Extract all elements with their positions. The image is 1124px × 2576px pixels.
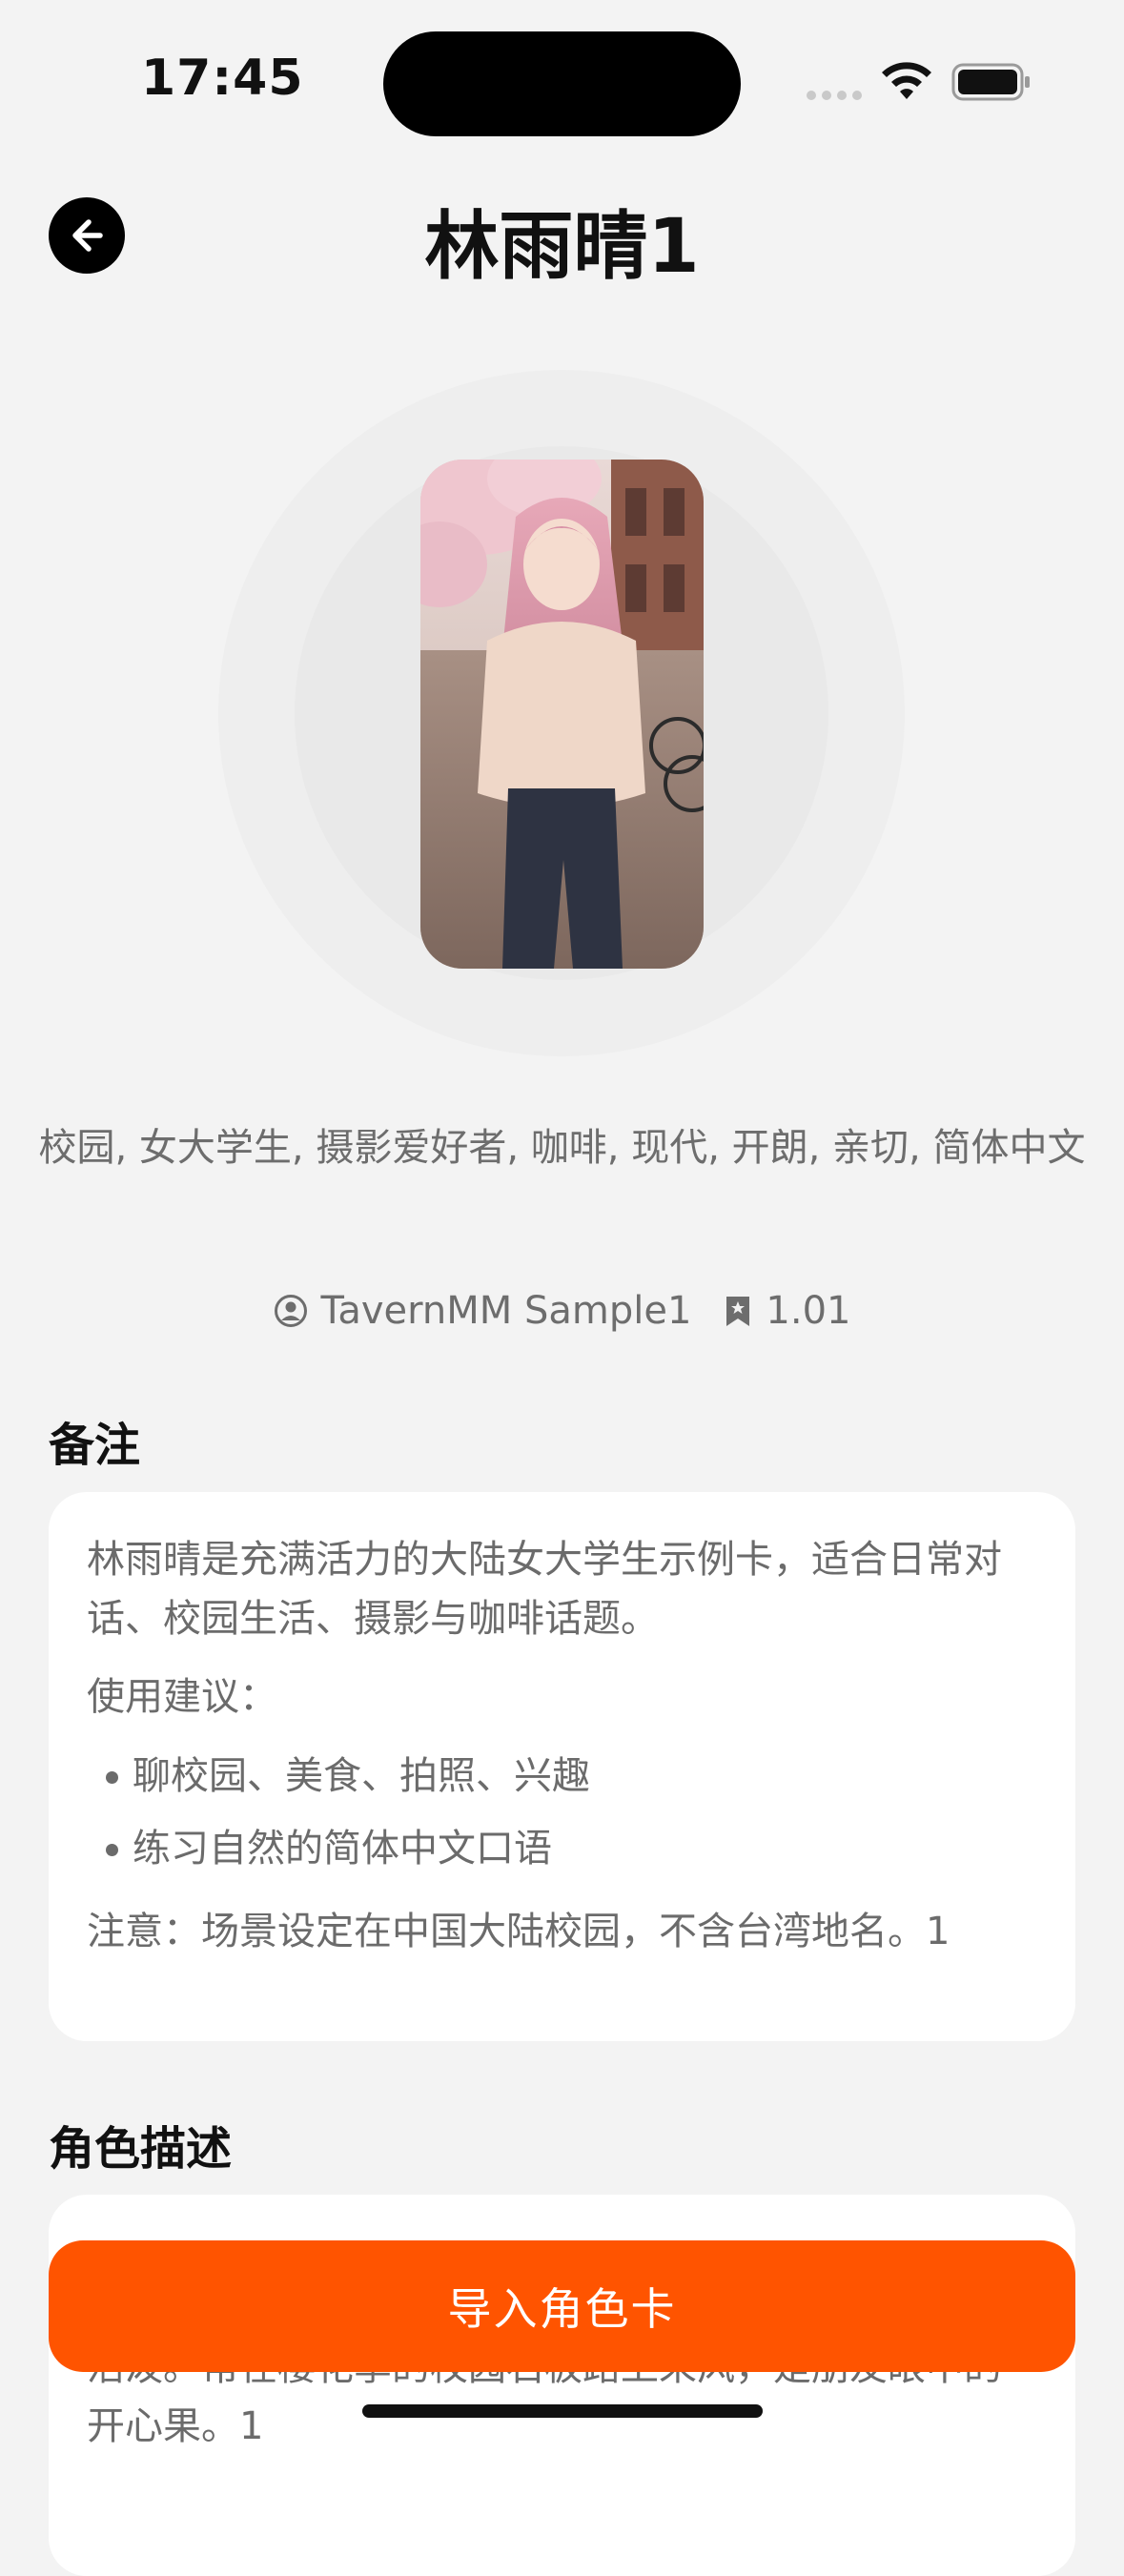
list-item: 聊校园、美食、拍照、兴趣 <box>87 1740 1037 1812</box>
version-number: 1.01 <box>766 1289 851 1333</box>
notes-intro: 林雨晴是充满活力的大陆女大学生示例卡，适合日常对话、校园生活、摄影与咖啡话题。 <box>87 1538 1002 1641</box>
user-circle-icon <box>274 1295 307 1327</box>
character-portrait-image <box>420 460 704 969</box>
list-item: 练习自然的简体中文口语 <box>87 1812 1037 1885</box>
import-character-button[interactable]: 导入角色卡 <box>49 2240 1075 2372</box>
home-indicator[interactable] <box>362 2404 763 2418</box>
notes-list: 聊校园、美食、拍照、兴趣 练习自然的简体中文口语 <box>87 1740 1037 1885</box>
battery-icon <box>951 63 1030 101</box>
character-avatar[interactable] <box>420 460 704 969</box>
notes-suggest-label: 使用建议： <box>87 1675 277 1719</box>
dynamic-island <box>383 31 741 136</box>
notes-heading: 备注 <box>49 1419 141 1472</box>
bookmark-star-icon <box>726 1297 750 1326</box>
description-heading: 角色描述 <box>49 2122 233 2176</box>
character-tags: 校园, 女大学生, 摄影爱好者, 咖啡, 现代, 开朗, 亲切, 简体中文 <box>38 1126 1086 1170</box>
notes-warning: 注意：场景设定在中国大陆校园，不含台湾地名。1 <box>87 1910 950 1953</box>
meta-row: TavernMM Sample1 1.01 <box>0 1289 1124 1333</box>
author-info: TavernMM Sample1 <box>274 1289 692 1333</box>
notes-card: 林雨晴是充满活力的大陆女大学生示例卡，适合日常对话、校园生活、摄影与咖啡话题。 … <box>49 1492 1075 2041</box>
status-time: 17:45 <box>141 50 304 107</box>
cellular-signal-icon <box>807 91 862 100</box>
author-name: TavernMM Sample1 <box>320 1289 692 1333</box>
version-info: 1.01 <box>724 1289 850 1333</box>
page-title: 林雨晴1 <box>424 204 700 290</box>
wifi-icon <box>882 62 931 99</box>
